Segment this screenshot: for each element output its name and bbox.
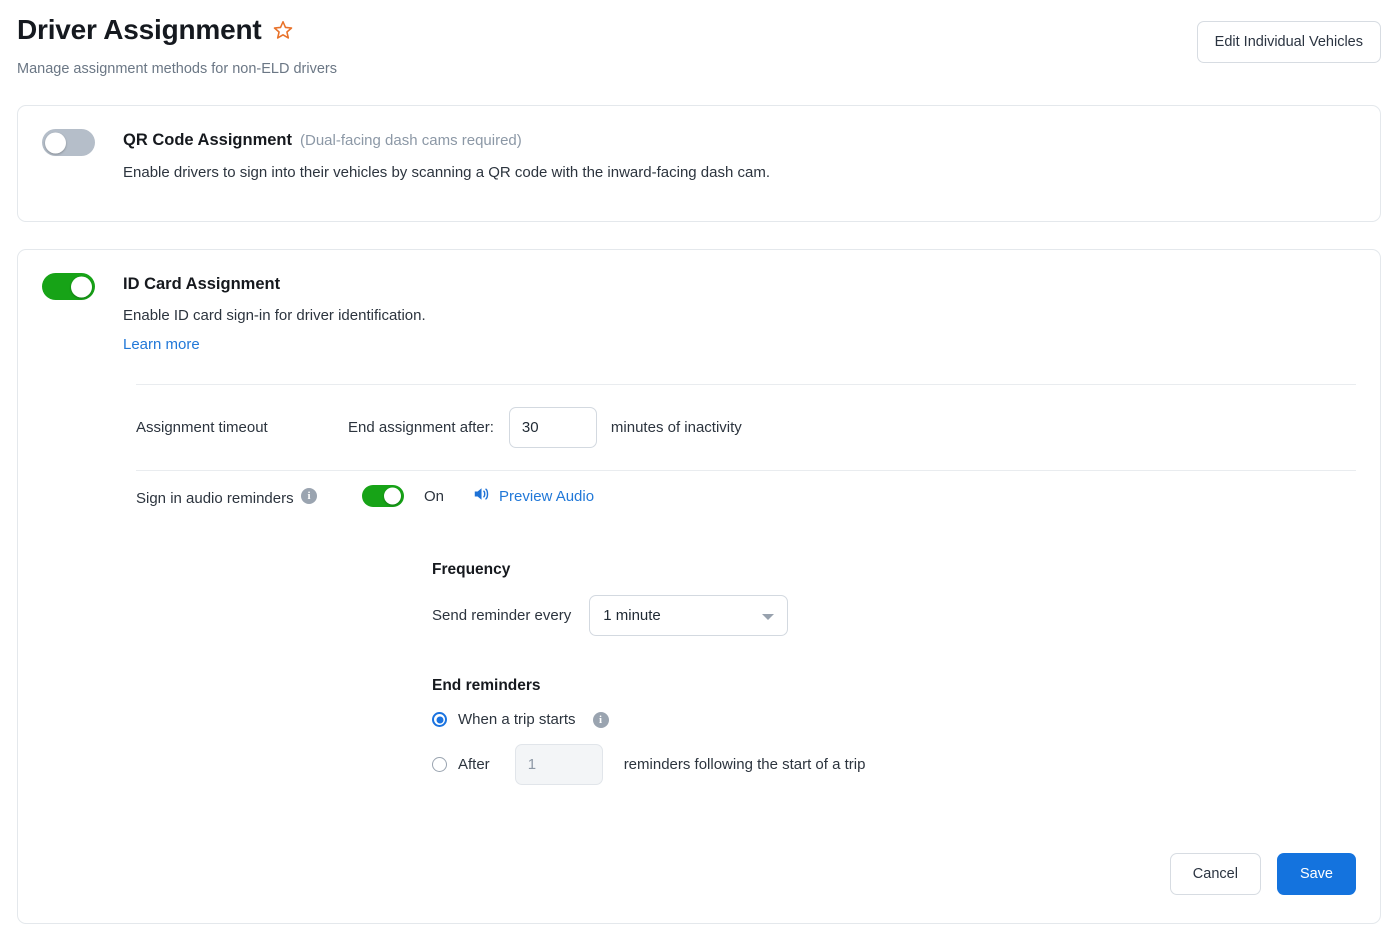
sign-in-audio-reminders-label: Sign in audio reminders (136, 490, 294, 507)
frequency-block: Frequency Send reminder every 1 minute (432, 559, 1380, 636)
id-text-block: ID Card Assignment Enable ID card sign-i… (123, 273, 426, 354)
id-section-description: Enable ID card sign-in for driver identi… (123, 307, 426, 324)
toggle-knob (45, 132, 66, 153)
end-reminders-heading: End reminders (432, 677, 541, 694)
frequency-select[interactable]: 1 minute (589, 595, 789, 636)
after-reminders-count-input[interactable] (514, 744, 603, 785)
page-header: Driver Assignment Manage assignment meth… (0, 0, 1397, 98)
qr-text-block: QR Code Assignment (Dual-facing dash cam… (123, 129, 770, 184)
save-button[interactable]: Save (1276, 853, 1356, 895)
end-reminders-option-after[interactable]: After reminders following the start of a… (432, 744, 1380, 785)
preview-audio-label: Preview Audio (499, 487, 595, 505)
qr-section-description: Enable drivers to sign into their vehicl… (123, 164, 770, 181)
radio-when-trip-starts[interactable] (432, 712, 447, 727)
card-footer-buttons: Cancel Save (1169, 853, 1356, 895)
audio-controls: i On Preview Audio (301, 477, 594, 507)
toggle-knob (384, 487, 401, 505)
id-section-heading: ID Card Assignment (123, 275, 281, 293)
radio-after-count[interactable] (432, 757, 447, 772)
page-subtitle: Manage assignment methods for non-ELD dr… (17, 61, 337, 77)
learn-more-link[interactable]: Learn more (123, 336, 200, 353)
qr-card-content: QR Code Assignment (Dual-facing dash cam… (18, 106, 1380, 184)
radio-when-trip-starts-label: When a trip starts (458, 711, 576, 728)
qr-section-note: (Dual-facing dash cams required) (300, 132, 522, 149)
speaker-icon (472, 486, 490, 506)
end-assignment-after-label: End assignment after: (348, 419, 494, 436)
title-row: Driver Assignment (17, 13, 1380, 47)
qr-code-assignment-toggle[interactable] (42, 129, 95, 156)
end-reminders-option-trip[interactable]: When a trip starts i (432, 711, 1380, 728)
frequency-selected-value: 1 minute (603, 607, 661, 624)
edit-individual-vehicles-button[interactable]: Edit Individual Vehicles (1196, 21, 1381, 63)
sign-in-audio-reminders-row: Sign in audio reminders i On Preview Aud… (136, 471, 1380, 555)
id-card-header: ID Card Assignment Enable ID card sign-i… (42, 273, 1380, 354)
toggle-knob (71, 276, 92, 297)
after-reminders-suffix-label: reminders following the start of a trip (623, 756, 866, 773)
id-card-assignment-card: ID Card Assignment Enable ID card sign-i… (17, 249, 1381, 924)
end-reminders-block: End reminders When a trip starts i After… (432, 675, 1380, 785)
info-icon[interactable]: i (592, 711, 609, 728)
frequency-heading: Frequency (432, 561, 511, 578)
driver-assignment-page: Driver Assignment Manage assignment meth… (0, 0, 1397, 932)
info-icon[interactable]: i (301, 488, 317, 504)
id-card-content: ID Card Assignment Enable ID card sign-i… (18, 250, 1380, 923)
assignment-timeout-label: Assignment timeout (136, 419, 268, 436)
qr-title-row: QR Code Assignment (Dual-facing dash cam… (123, 129, 770, 152)
assignment-timeout-input[interactable] (508, 407, 597, 448)
page-title: Driver Assignment (17, 14, 262, 45)
chevron-down-icon (762, 613, 775, 620)
audio-reminders-state-label: On (424, 487, 445, 505)
assignment-timeout-row: Assignment timeout End assignment after:… (136, 385, 1380, 470)
cancel-button[interactable]: Cancel (1169, 853, 1261, 895)
qr-code-assignment-card: QR Code Assignment (Dual-facing dash cam… (17, 105, 1381, 222)
frequency-line: Send reminder every 1 minute (432, 595, 1380, 636)
minutes-of-inactivity-label: minutes of inactivity (610, 419, 742, 436)
preview-audio-button[interactable]: Preview Audio (472, 486, 594, 506)
send-reminder-every-label: Send reminder every (432, 607, 572, 624)
radio-after-label: After (458, 756, 490, 773)
star-outline-icon[interactable] (272, 19, 294, 46)
audio-reminders-toggle[interactable] (362, 485, 404, 507)
id-card-assignment-toggle[interactable] (42, 273, 95, 300)
qr-section-heading: QR Code Assignment (123, 131, 292, 149)
